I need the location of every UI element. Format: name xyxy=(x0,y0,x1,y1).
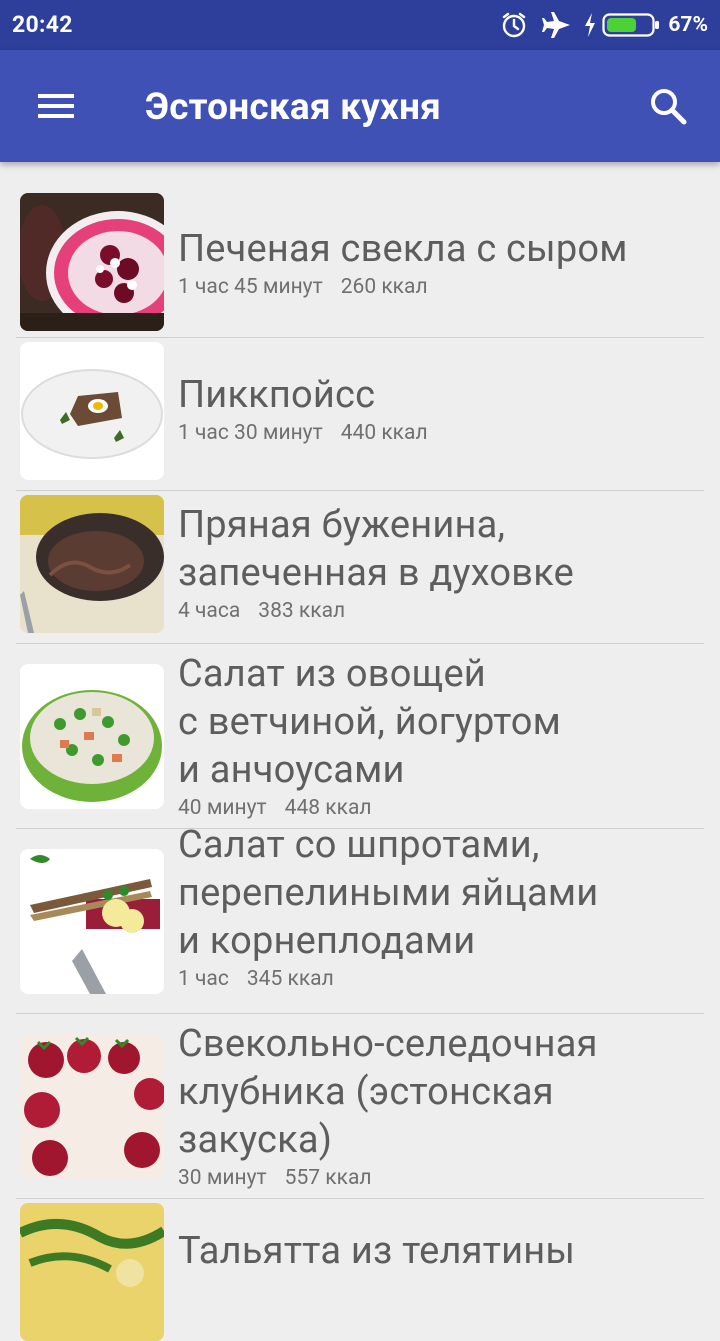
recipe-title: Салат из овощей с ветчиной, йогуртом и а… xyxy=(178,650,704,794)
recipe-thumbnail xyxy=(20,1034,164,1179)
recipe-calories: 345 ккал xyxy=(246,967,334,991)
recipe-time: 1 час 30 минут xyxy=(178,421,323,445)
recipe-calories: 383 ккал xyxy=(258,599,346,623)
recipe-title: Салат со шпротами, перепелиными яйцами и… xyxy=(178,821,704,965)
battery-percent: 67% xyxy=(668,13,708,37)
recipe-thumbnail xyxy=(20,342,164,480)
recipe-title-line: Печеная свекла с сыром xyxy=(178,227,628,271)
recipe-item[interactable]: Салат со шпротами, перепелиными яйцами и… xyxy=(16,823,704,1014)
search-icon xyxy=(651,89,687,125)
app-bar: Эстонская кухня xyxy=(0,50,720,162)
status-icons: 67% xyxy=(500,9,708,41)
recipe-meta: 30 минут 557 ккал xyxy=(178,1166,704,1190)
recipe-meta: 40 минут 448 ккал xyxy=(178,796,704,820)
recipe-calories: 448 ккал xyxy=(284,796,372,820)
recipe-meta: 1 час 45 минут 260 ккал xyxy=(178,275,704,299)
status-bar: 20:42 67% xyxy=(0,0,720,50)
search-button[interactable] xyxy=(636,78,700,134)
recipe-title-line: Пряная буженина, xyxy=(178,503,506,547)
recipe-title: Свекольно-селедочная клубника (эстонская… xyxy=(178,1020,704,1164)
recipe-item[interactable]: Салат из овощей с ветчиной, йогуртом и а… xyxy=(16,644,704,829)
recipe-meta: 1 час 345 ккал xyxy=(178,967,704,991)
recipe-title-line: Тальятта из телятины xyxy=(178,1229,576,1273)
recipe-title-line: закуска) xyxy=(178,1118,333,1162)
recipe-meta: 1 час 30 минут 440 ккал xyxy=(178,421,704,445)
alarm-icon xyxy=(500,11,528,39)
recipe-time: 1 час 45 минут xyxy=(178,275,323,299)
recipe-title-line: Салат со шпротами, xyxy=(178,823,540,867)
recipe-thumbnail xyxy=(20,1203,164,1341)
recipe-title-line: запеченная в духовке xyxy=(178,551,574,595)
recipe-title: Пиккпойсс xyxy=(178,371,704,419)
recipe-item[interactable]: Свекольно-селедочная клубника (эстонская… xyxy=(16,1014,704,1199)
battery-icon xyxy=(602,12,660,38)
recipe-meta: 4 часа 383 ккал xyxy=(178,599,704,623)
airplane-mode-icon xyxy=(542,11,572,39)
recipe-title-line: и анчоусами xyxy=(178,748,405,792)
recipe-title-line: Свекольно-селедочная xyxy=(178,1022,598,1066)
recipe-time: 40 минут xyxy=(178,796,267,820)
recipe-title-line: Пиккпойсс xyxy=(178,373,376,417)
recipe-title: Тальятта из телятины xyxy=(178,1227,704,1275)
status-time: 20:42 xyxy=(12,11,73,38)
charging-icon xyxy=(584,13,596,37)
recipe-item[interactable]: Пиккпойсс 1 час 30 минут 440 ккал xyxy=(16,338,704,491)
menu-button[interactable] xyxy=(24,78,88,134)
recipe-thumbnail xyxy=(20,193,164,331)
recipe-title-line: перепелиными яйцами xyxy=(178,871,599,915)
recipe-time: 1 час xyxy=(178,967,229,991)
recipe-item[interactable]: Тальятта из телятины xyxy=(16,1199,704,1341)
recipe-calories: 260 ккал xyxy=(340,275,428,299)
recipe-title: Печеная свекла с сыром xyxy=(178,225,704,273)
menu-icon xyxy=(38,94,74,118)
recipe-calories: 440 ккал xyxy=(340,421,428,445)
recipe-title-line: Салат из овощей xyxy=(178,652,486,696)
recipe-title-line: с ветчиной, йогуртом xyxy=(178,700,562,744)
recipe-item[interactable]: Печеная свекла с сыром 1 час 45 минут 260… xyxy=(16,193,704,338)
recipe-time: 4 часа xyxy=(178,599,241,623)
recipe-time: 30 минут xyxy=(178,1166,267,1190)
recipe-title-line: и корнеплодами xyxy=(178,919,476,963)
recipe-calories: 557 ккал xyxy=(284,1166,372,1190)
app-title: Эстонская кухня xyxy=(145,86,442,129)
recipe-item[interactable]: Пряная буженина, запеченная в духовке 4 … xyxy=(16,491,704,644)
recipe-title-line: клубника (эстонская xyxy=(178,1070,554,1114)
recipe-title: Пряная буженина, запеченная в духовке xyxy=(178,501,704,597)
recipe-thumbnail xyxy=(20,495,164,633)
recipe-thumbnail xyxy=(20,664,164,809)
recipe-thumbnail xyxy=(20,849,164,994)
